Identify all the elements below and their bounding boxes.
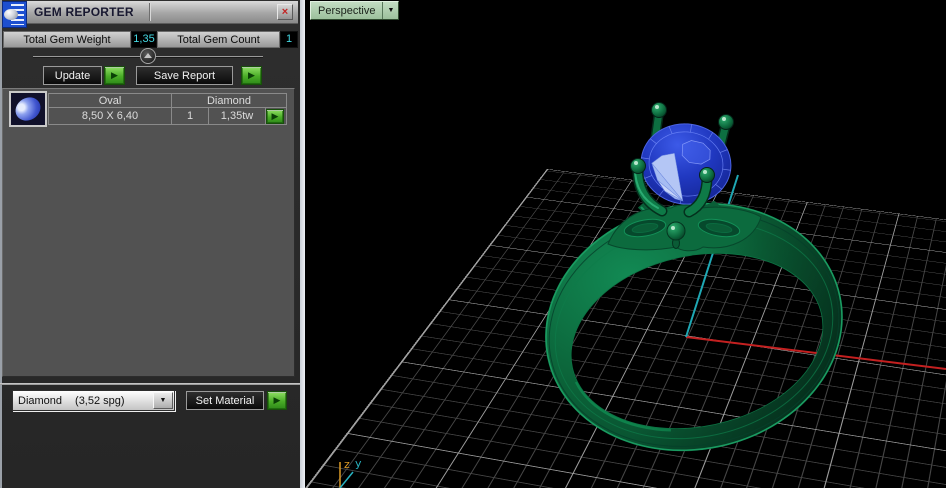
- gem-reporter-panel: GEM REPORTER × Total Gem Weight 1,35 Tot…: [0, 0, 305, 488]
- viewport-menu-button[interactable]: ▼: [382, 2, 398, 19]
- play-icon: ▶: [248, 70, 255, 80]
- gem-count-cell: 1: [171, 107, 209, 125]
- close-button[interactable]: ×: [277, 4, 293, 20]
- update-run-button[interactable]: ▶: [104, 66, 125, 85]
- oval-gem-icon: [11, 92, 45, 126]
- dropdown-arrow-button[interactable]: ▼: [153, 392, 173, 409]
- total-gem-weight-value: 1,35: [131, 31, 157, 48]
- gem-weight-cell: 1,35tw: [208, 107, 266, 125]
- gem-reporter-app: GEM REPORTER × Total Gem Weight 1,35 Tot…: [0, 0, 946, 488]
- material-dropdown[interactable]: Diamond (3,52 spg) ▼: [12, 390, 175, 411]
- gem-table: Oval Diamond 8,50 X 6,40 1 1,35tw ▶: [48, 93, 287, 125]
- viewport-title: Perspective: [318, 4, 376, 17]
- gem-list-panel: Oval Diamond 8,50 X 6,40 1 1,35tw ▶: [2, 88, 295, 377]
- total-gem-weight-label: Total Gem Weight: [3, 31, 131, 48]
- viewport-3d[interactable]: z y Perspective ▼: [305, 0, 946, 488]
- panel-title: GEM REPORTER: [34, 5, 134, 19]
- titlebar[interactable]: GEM REPORTER ×: [2, 1, 298, 28]
- bottom-separator: [0, 383, 300, 385]
- slider-knob-arrow-icon: [144, 53, 152, 58]
- gem-row-run-button[interactable]: ▶: [266, 108, 284, 124]
- y-axis-label: y: [355, 457, 362, 470]
- ring-model-scene: z y: [339, 102, 946, 488]
- total-gem-count-label: Total Gem Count: [157, 31, 280, 48]
- gem-shape-cell: Oval: [48, 93, 172, 108]
- set-material-run-button[interactable]: ▶: [267, 391, 287, 410]
- chevron-down-icon: ▼: [387, 7, 395, 14]
- set-material-button[interactable]: Set Material: [186, 391, 264, 410]
- gem-row-action-cell: ▶: [265, 107, 287, 125]
- update-button[interactable]: Update: [43, 66, 102, 85]
- gem-dimensions-cell: 8,50 X 6,40: [48, 107, 172, 125]
- material-name: Diamond: [18, 394, 63, 407]
- play-icon: ▶: [111, 70, 118, 80]
- z-axis-label: z: [344, 458, 350, 471]
- total-gem-count-value: 1: [280, 31, 298, 48]
- pearl-icon: [4, 9, 18, 20]
- gem-reporter-icon: [2, 1, 27, 28]
- chevron-down-icon: ▼: [159, 397, 167, 404]
- play-icon: ▶: [271, 110, 279, 121]
- viewport-title-tab[interactable]: Perspective ▼: [310, 1, 400, 20]
- play-icon: ▶: [273, 395, 281, 405]
- close-icon: ×: [281, 5, 289, 18]
- titlebar-divider: [149, 3, 151, 21]
- slider-knob[interactable]: [140, 48, 156, 64]
- axis-indicator: z y: [339, 457, 362, 488]
- save-report-button[interactable]: Save Report: [136, 66, 233, 85]
- gem-material-cell: Diamond: [171, 93, 287, 108]
- gem-thumbnail: [9, 91, 47, 127]
- save-report-run-button[interactable]: ▶: [241, 66, 262, 85]
- material-density: (3,52 spg): [75, 394, 125, 407]
